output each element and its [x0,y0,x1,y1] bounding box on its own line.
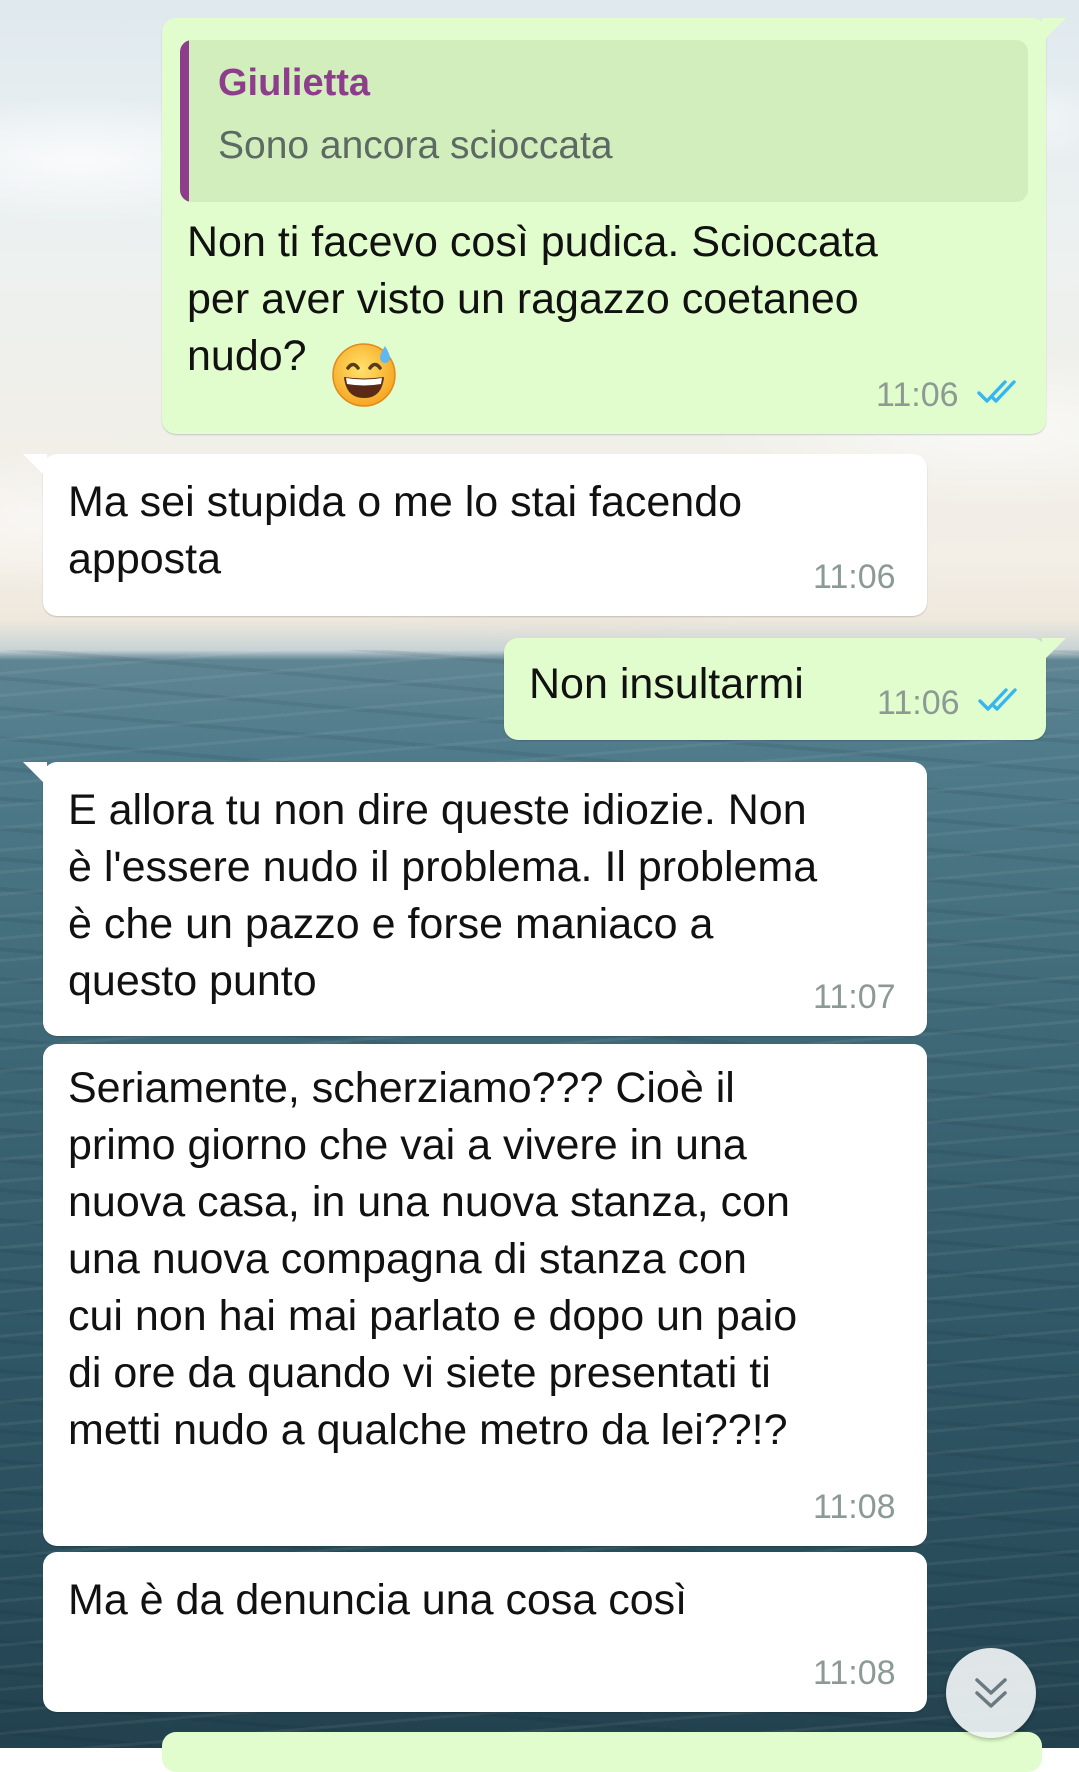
message-timestamp: 11:07 [813,978,896,1016]
message-timestamp: 11:08 [813,1488,896,1526]
double-check-icon [977,380,1016,403]
next-outgoing-message-peek[interactable] [162,1732,1042,1772]
message-timestamp: 11:08 [813,1654,896,1692]
message-text: Ma sei stupida o me lo stai facendo appo… [68,478,743,583]
message-text: E allora tu non dire queste idiozie. Non… [68,786,818,1005]
message-incoming[interactable]: E allora tu non dire queste idiozie. Non… [23,762,927,1036]
quoted-message[interactable]: Giulietta Sono ancora scioccata [180,40,1028,202]
message-text: Ma è da denuncia una cosa così [68,1576,688,1624]
quoted-message-text: Sono ancora scioccata [218,124,613,167]
message-outgoing-reply[interactable]: Giulietta Sono ancora scioccata Non ti f… [162,18,1066,434]
message-outgoing[interactable]: Non insultarmi 11:06 [504,638,1066,740]
message-text: Non insultarmi [529,660,804,708]
message-incoming[interactable]: Ma sei stupida o me lo stai facendo appo… [23,454,927,616]
quoted-sender-name: Giulietta [218,62,371,104]
quote-accent-bar [180,40,189,202]
double-check-icon [978,688,1017,711]
message-timestamp: 11:06 [813,558,896,596]
scroll-to-bottom-button[interactable] [946,1648,1036,1738]
message-incoming[interactable]: Seriamente, scherziamo??? Cioè il primo … [43,1044,927,1546]
message-text: Non ti facevo così pudica. Scioccata per… [187,218,878,380]
message-text: Seriamente, scherziamo??? Cioè il primo … [68,1064,798,1454]
grinning-face-with-sweat-icon [332,343,396,407]
message-incoming[interactable]: Ma è da denuncia una cosa così 11:08 [43,1552,927,1712]
message-timestamp: 11:06 [877,684,960,722]
double-chevron-down-icon [975,1678,1007,1708]
message-timestamp: 11:06 [876,376,959,414]
